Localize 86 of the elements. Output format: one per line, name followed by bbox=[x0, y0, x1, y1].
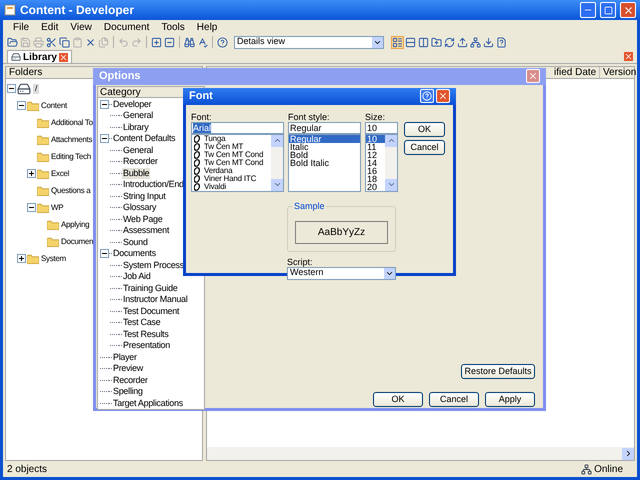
category-item[interactable]: Recorder bbox=[112, 374, 149, 386]
folder-label[interactable]: Documen bbox=[61, 236, 94, 246]
dialog-button[interactable]: OK bbox=[373, 392, 423, 407]
list-item[interactable]: Regular bbox=[289, 134, 360, 142]
window-title: Content - Developer bbox=[20, 2, 136, 19]
menu-item[interactable]: Tools bbox=[161, 20, 185, 34]
folder-label[interactable]: Applying bbox=[61, 220, 90, 230]
field-label: Size: bbox=[365, 112, 386, 122]
folder-label[interactable]: Excel bbox=[51, 168, 70, 178]
status-text: 2 objects bbox=[7, 462, 48, 476]
list-item[interactable]: 20 bbox=[366, 182, 385, 190]
category-item[interactable]: Bubble bbox=[122, 168, 150, 179]
category-item[interactable]: Developer bbox=[112, 98, 152, 110]
list-item[interactable]: 10 bbox=[366, 134, 385, 142]
list-item[interactable]: Verdana bbox=[203, 166, 234, 174]
list-item[interactable]: 12 bbox=[366, 150, 385, 158]
dialog-button[interactable]: Cancel bbox=[429, 392, 479, 407]
list-item[interactable]: Italic bbox=[289, 142, 360, 150]
category-item[interactable]: Web Page bbox=[122, 214, 164, 225]
dialog-button[interactable]: Apply bbox=[485, 392, 535, 407]
folder-label[interactable]: Questions a bbox=[51, 186, 90, 196]
folder-label[interactable]: Content bbox=[41, 100, 67, 110]
category-item[interactable]: Glossary bbox=[122, 202, 158, 214]
category-item[interactable]: Assessment bbox=[122, 225, 170, 236]
folder-label[interactable]: WP bbox=[51, 202, 64, 212]
font-field[interactable]: Arial bbox=[191, 122, 284, 134]
sample-preview: AaBbYyZz bbox=[295, 221, 388, 244]
category-item[interactable]: Library bbox=[122, 122, 150, 133]
column-header[interactable]: Version bbox=[600, 67, 634, 78]
category-item[interactable]: Instructor Manual bbox=[122, 294, 188, 306]
category-item[interactable]: Introduction/End bbox=[122, 179, 185, 190]
category-item[interactable]: Target Applications bbox=[112, 398, 184, 409]
field-label: Script: bbox=[287, 256, 314, 266]
group-label: Sample bbox=[293, 200, 326, 210]
folder-label[interactable]: / bbox=[33, 84, 39, 94]
library-tab[interactable]: Library bbox=[7, 50, 72, 63]
folder-label[interactable]: Editing Tech bbox=[51, 152, 91, 162]
dialog-button[interactable]: Restore Defaults bbox=[461, 364, 535, 379]
category-item[interactable]: Test Results bbox=[122, 328, 170, 340]
category-item[interactable]: Test Document bbox=[122, 306, 180, 317]
category-item[interactable]: Player bbox=[112, 352, 138, 363]
category-item[interactable]: Test Case bbox=[122, 317, 162, 328]
category-item[interactable]: General bbox=[122, 144, 154, 156]
dialog-button[interactable]: OK bbox=[404, 122, 445, 136]
list-item[interactable]: Bold bbox=[289, 150, 360, 158]
category-item[interactable]: Documents bbox=[112, 248, 157, 260]
list-item[interactable]: 16 bbox=[366, 166, 385, 174]
view-select[interactable]: Details view bbox=[234, 36, 384, 48]
list-item[interactable]: Bold Italic bbox=[289, 158, 360, 166]
menu-item[interactable]: Help bbox=[196, 20, 218, 34]
list-item[interactable]: Viner Hand ITC bbox=[203, 174, 258, 182]
folder-label[interactable]: Additional To bbox=[51, 118, 93, 128]
list-item[interactable]: 14 bbox=[366, 158, 385, 166]
category-item[interactable]: Presentation bbox=[122, 340, 171, 352]
category-item[interactable]: Preview bbox=[112, 363, 144, 374]
column-header[interactable]: ified Date bbox=[552, 67, 600, 78]
category-item[interactable]: Sound bbox=[122, 236, 149, 248]
list-item[interactable]: Tunga bbox=[203, 134, 226, 142]
style-field[interactable]: Regular bbox=[288, 122, 361, 134]
menu-item[interactable]: Document bbox=[104, 20, 150, 34]
list-item[interactable]: 11 bbox=[366, 142, 385, 150]
list-item[interactable]: Tw Cen MT bbox=[203, 142, 244, 150]
folder-label[interactable]: Attachments bbox=[51, 134, 92, 144]
category-item[interactable]: Content Defaults bbox=[112, 133, 176, 144]
field-label: Font style: bbox=[288, 112, 331, 122]
menu-item[interactable]: View bbox=[70, 20, 92, 34]
list-item[interactable]: 18 bbox=[366, 174, 385, 182]
category-item[interactable]: Job Aid bbox=[122, 271, 152, 282]
dialog-button[interactable]: Cancel bbox=[404, 140, 445, 154]
list-item[interactable]: Vivaldi bbox=[203, 182, 228, 190]
dialog-title: Font bbox=[189, 89, 214, 104]
category-item[interactable]: General bbox=[122, 110, 154, 122]
category-item[interactable]: Training Guide bbox=[122, 282, 178, 294]
category-item[interactable]: System Process bbox=[122, 260, 185, 271]
field-label: Font: bbox=[191, 112, 213, 122]
size-field[interactable]: 10 bbox=[365, 122, 398, 134]
list-item[interactable]: Tw Cen MT Cond bbox=[203, 158, 264, 166]
menu-item[interactable]: File bbox=[13, 20, 30, 34]
list-item[interactable]: Tw Cen MT Cond bbox=[203, 150, 264, 158]
category-item[interactable]: Recorder bbox=[122, 156, 159, 168]
script-select[interactable]: Western bbox=[287, 266, 396, 280]
category-item[interactable]: String Input bbox=[122, 190, 166, 202]
menu-item[interactable]: Edit bbox=[41, 20, 58, 34]
category-item[interactable]: Spelling bbox=[112, 386, 144, 398]
folder-label[interactable]: System bbox=[41, 254, 66, 264]
status-text: Online bbox=[594, 462, 623, 476]
